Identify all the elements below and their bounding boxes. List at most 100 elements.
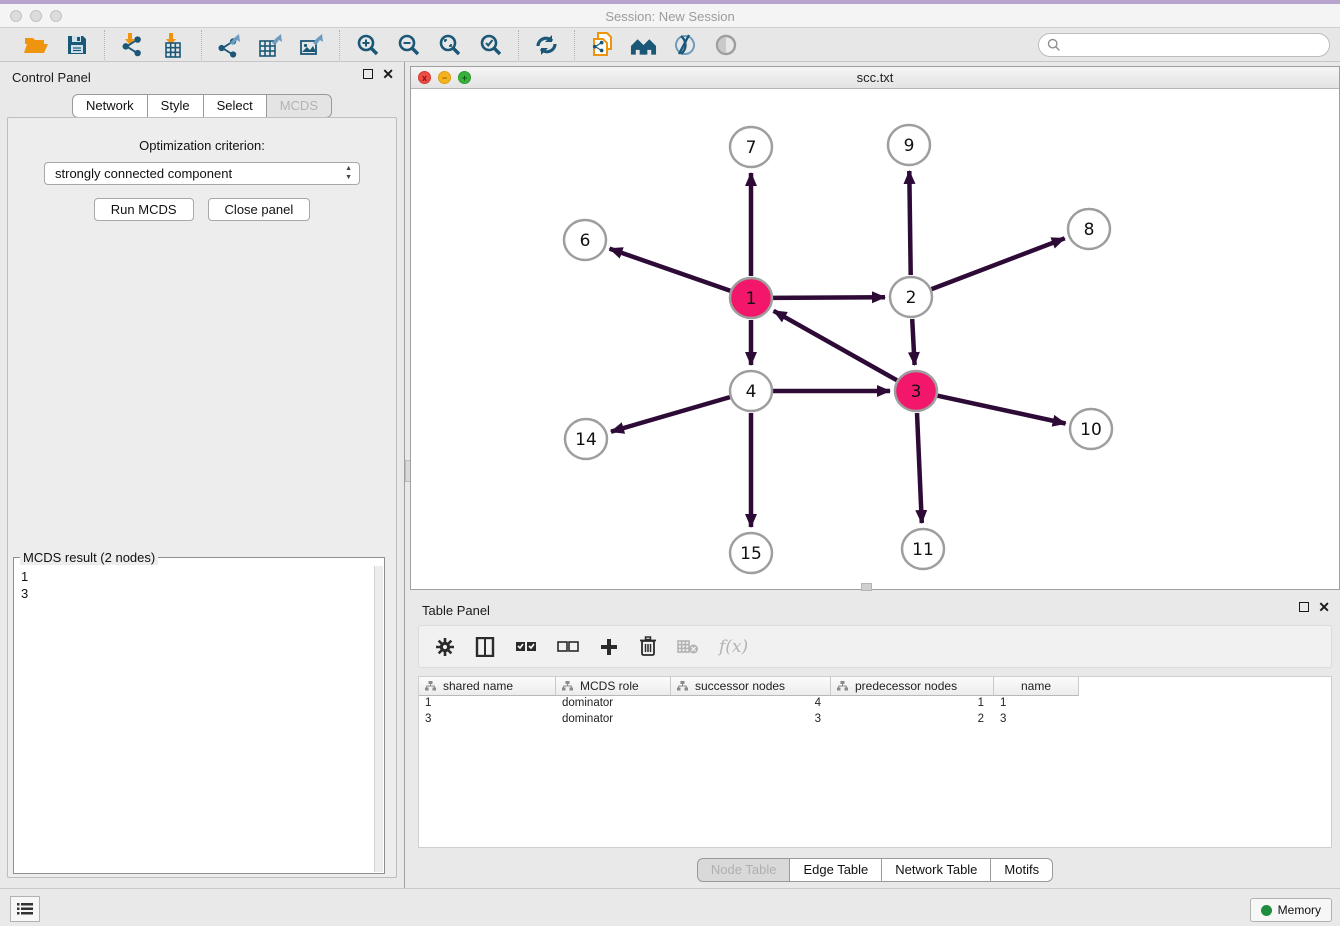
refresh-icon[interactable] bbox=[533, 31, 560, 58]
node-3[interactable]: 3 bbox=[895, 371, 937, 411]
cell-name[interactable]: 1 bbox=[994, 696, 1079, 712]
cell-name[interactable]: 3 bbox=[994, 712, 1079, 728]
table-panel-close-icon[interactable]: ✕ bbox=[1318, 602, 1330, 612]
toolbar-group bbox=[518, 30, 574, 60]
zoom-out-icon[interactable] bbox=[395, 31, 422, 58]
table-tab-node-table[interactable]: Node Table bbox=[697, 858, 791, 882]
tab-select[interactable]: Select bbox=[204, 94, 267, 118]
network-canvas[interactable]: 1 2 3 4 6 7 8 9 10 11 14 15 bbox=[411, 89, 1339, 589]
delete-row-icon[interactable] bbox=[639, 636, 657, 657]
graphics-details-icon[interactable] bbox=[671, 31, 698, 58]
cell-successor-nodes[interactable]: 4 bbox=[671, 696, 831, 712]
export-network-icon[interactable] bbox=[216, 31, 243, 58]
memory-button[interactable]: Memory bbox=[1250, 898, 1332, 922]
cell-successor-nodes[interactable]: 3 bbox=[671, 712, 831, 728]
close-panel-button[interactable]: Close panel bbox=[208, 198, 311, 221]
add-row-icon[interactable] bbox=[599, 637, 619, 657]
edge-3-10[interactable] bbox=[938, 396, 1066, 424]
column-header-predecessor-nodes[interactable]: predecessor nodes bbox=[831, 677, 994, 696]
table-panel-float-icon[interactable] bbox=[1299, 602, 1309, 612]
tab-mcds[interactable]: MCDS bbox=[267, 94, 332, 118]
clear-selection-icon[interactable] bbox=[557, 640, 579, 654]
node-7[interactable]: 7 bbox=[730, 127, 772, 167]
cybrowser-icon[interactable] bbox=[630, 31, 657, 58]
table-row[interactable]: 1dominator411 bbox=[419, 696, 1331, 712]
table-tab-network-table[interactable]: Network Table bbox=[882, 858, 991, 882]
edge-1-2[interactable] bbox=[773, 297, 885, 298]
gear-icon[interactable] bbox=[435, 637, 455, 657]
node-2[interactable]: 2 bbox=[890, 277, 932, 317]
import-network-icon[interactable] bbox=[119, 31, 146, 58]
column-header-successor-nodes[interactable]: successor nodes bbox=[671, 677, 831, 696]
svg-text:11: 11 bbox=[912, 540, 934, 560]
search-input[interactable] bbox=[1066, 38, 1306, 52]
open-session-icon[interactable] bbox=[22, 31, 49, 58]
node-1[interactable]: 1 bbox=[730, 278, 772, 318]
column-header-MCDS-role[interactable]: MCDS role bbox=[556, 677, 671, 696]
node-11[interactable]: 11 bbox=[902, 529, 944, 569]
node-14[interactable]: 14 bbox=[565, 419, 607, 459]
control-panel-float-icon[interactable] bbox=[363, 69, 373, 79]
zoom-in-icon[interactable] bbox=[354, 31, 381, 58]
edge-1-6[interactable] bbox=[610, 249, 731, 291]
function-icon[interactable]: f(x) bbox=[719, 637, 748, 657]
select-all-icon[interactable] bbox=[515, 640, 537, 654]
tab-style[interactable]: Style bbox=[148, 94, 204, 118]
node-15[interactable]: 15 bbox=[730, 533, 772, 573]
control-panel-close-icon[interactable]: ✕ bbox=[382, 69, 394, 79]
mcds-result-text[interactable]: 1 3 bbox=[14, 565, 374, 873]
result-scrollbar[interactable] bbox=[374, 566, 383, 872]
memory-status-icon bbox=[1261, 905, 1272, 916]
run-mcds-button[interactable]: Run MCDS bbox=[94, 198, 194, 221]
column-header-shared-name[interactable]: shared name bbox=[419, 677, 556, 696]
edge-4-14[interactable] bbox=[611, 397, 730, 432]
node-9[interactable]: 9 bbox=[888, 125, 930, 165]
svg-text:2: 2 bbox=[906, 288, 917, 308]
cell-MCDS-role[interactable]: dominator bbox=[556, 712, 671, 728]
node-6[interactable]: 6 bbox=[564, 220, 606, 260]
status-bar: Memory bbox=[0, 888, 1340, 926]
column-header-name[interactable]: name bbox=[994, 677, 1079, 696]
network-window-titlebar[interactable]: x − + scc.txt bbox=[411, 67, 1339, 89]
node-8[interactable]: 8 bbox=[1068, 209, 1110, 249]
duplicate-network-icon[interactable] bbox=[589, 31, 616, 58]
tab-network[interactable]: Network bbox=[72, 94, 148, 118]
optimization-criterion-label: Optimization criterion: bbox=[8, 138, 396, 153]
cell-MCDS-role[interactable]: dominator bbox=[556, 696, 671, 712]
cell-predecessor-nodes[interactable]: 2 bbox=[831, 712, 994, 728]
memory-label: Memory bbox=[1278, 903, 1321, 917]
edge-2-8[interactable] bbox=[932, 238, 1065, 289]
cell-predecessor-nodes[interactable]: 1 bbox=[831, 696, 994, 712]
edge-2-9[interactable] bbox=[909, 171, 910, 275]
table-toolbar: f(x) bbox=[418, 625, 1332, 668]
table-panel-title: Table Panel bbox=[422, 603, 490, 618]
columns-icon[interactable] bbox=[475, 637, 495, 657]
import-table-icon[interactable] bbox=[160, 31, 187, 58]
network-view-window: x − + scc.txt 1 2 3 4 6 7 8 9 10 11 14 15 bbox=[410, 66, 1340, 590]
optimization-criterion-select[interactable]: strongly connected component ▲▼ bbox=[44, 162, 360, 185]
table-tab-edge-table[interactable]: Edge Table bbox=[790, 858, 882, 882]
cell-shared-name[interactable]: 1 bbox=[419, 696, 556, 712]
svg-text:8: 8 bbox=[1084, 220, 1095, 240]
table-row[interactable]: 3dominator323 bbox=[419, 712, 1331, 728]
node-table[interactable]: shared nameMCDS rolesuccessor nodesprede… bbox=[418, 676, 1332, 848]
delete-table-icon[interactable] bbox=[677, 639, 699, 655]
zoom-selected-icon[interactable] bbox=[477, 31, 504, 58]
edge-2-3[interactable] bbox=[912, 319, 914, 365]
edge-3-1[interactable] bbox=[774, 311, 897, 380]
svg-text:3: 3 bbox=[911, 382, 922, 402]
table-tab-motifs[interactable]: Motifs bbox=[991, 858, 1053, 882]
bird-eye-icon[interactable] bbox=[712, 31, 739, 58]
node-4[interactable]: 4 bbox=[730, 371, 772, 411]
search-box[interactable] bbox=[1038, 33, 1330, 57]
edge-3-11[interactable] bbox=[917, 413, 922, 523]
svg-text:6: 6 bbox=[580, 231, 591, 251]
zoom-fit-icon[interactable] bbox=[436, 31, 463, 58]
node-10[interactable]: 10 bbox=[1070, 409, 1112, 449]
network-resize-handle[interactable] bbox=[861, 583, 872, 591]
cell-shared-name[interactable]: 3 bbox=[419, 712, 556, 728]
save-session-icon[interactable] bbox=[63, 31, 90, 58]
task-history-button[interactable] bbox=[10, 896, 40, 922]
export-table-icon[interactable] bbox=[257, 31, 284, 58]
export-image-icon[interactable] bbox=[298, 31, 325, 58]
